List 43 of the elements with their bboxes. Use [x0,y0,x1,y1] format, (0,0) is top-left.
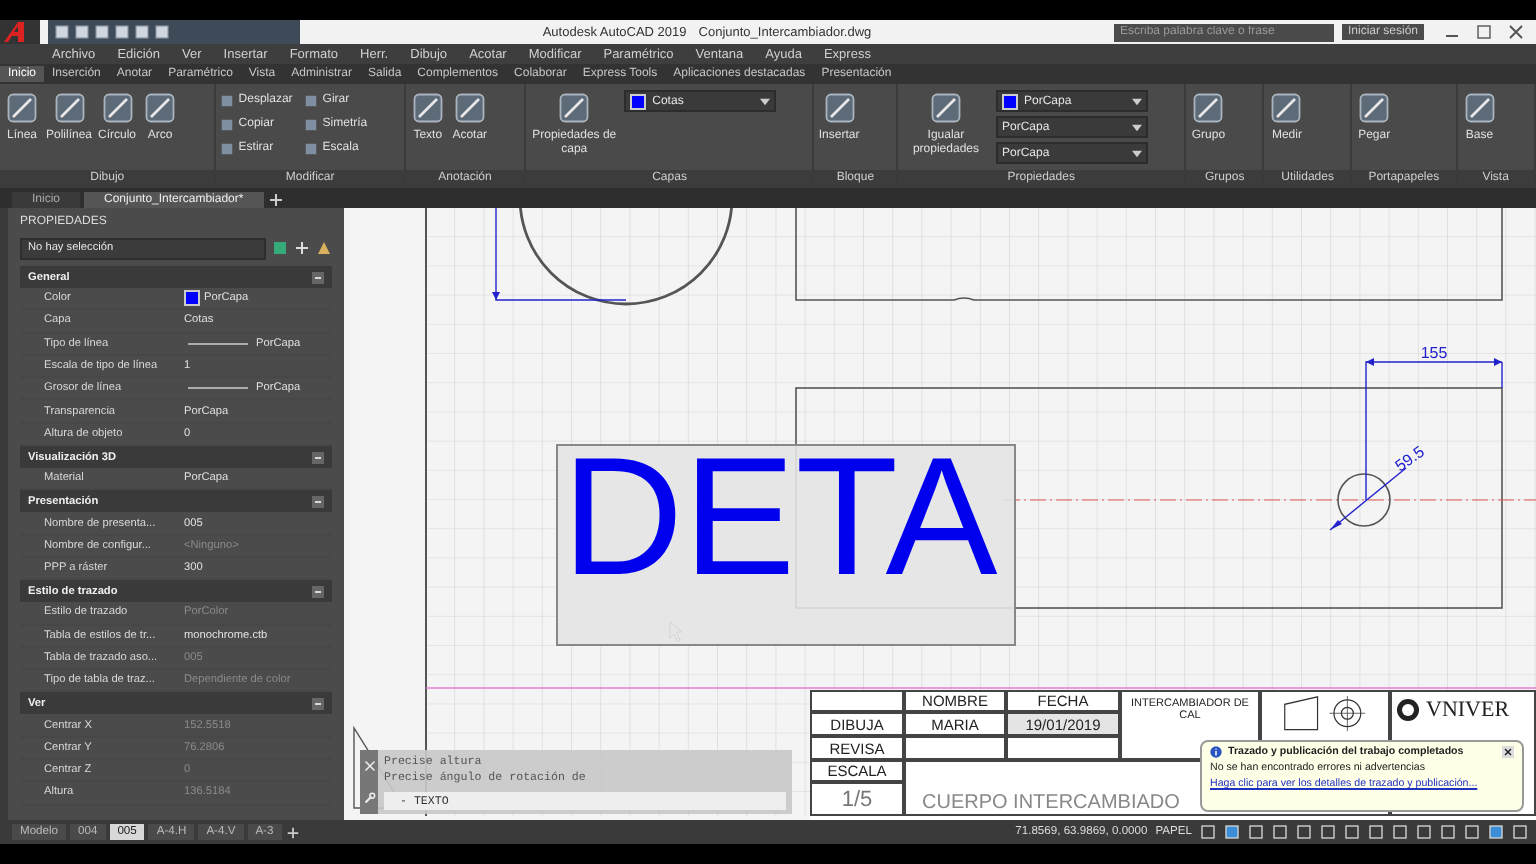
select-objects-icon[interactable] [272,240,288,256]
autocad-logo-icon[interactable] [0,20,40,44]
tool-icon [1190,90,1227,126]
table-cell [904,736,1006,760]
dimension-line [492,208,627,301]
tool-icon [142,90,179,126]
maximize-icon[interactable] [1476,24,1492,40]
tool-icon [4,90,40,126]
caret-icon [1131,123,1142,131]
caret-icon [760,97,771,105]
tool-icon [556,90,593,126]
tool-icon [1461,90,1498,126]
collapse-icon[interactable] [312,495,324,508]
tool-icon [821,90,858,126]
tool-icon [1268,90,1305,126]
hole-circle [1337,473,1391,527]
detail-text: DETA [562,452,998,580]
target-drawing [1284,696,1366,732]
quick-select-icon[interactable] [316,240,332,256]
tool-icon [1356,90,1393,126]
caret-icon [1131,149,1142,157]
line-sample-icon [184,384,252,393]
dimension-text: 59.5 [1391,442,1428,476]
logo-text: VNIVER [1426,698,1510,722]
collapse-icon[interactable] [312,451,324,464]
line-sample-icon [184,339,252,348]
tool-icon [451,90,488,126]
collapse-icon[interactable] [312,697,324,710]
collapse-icon[interactable] [312,271,324,283]
info-icon [1210,746,1222,758]
crest-icon [1396,698,1420,722]
dimension-text: 155 [1420,344,1448,362]
collapse-icon[interactable] [312,585,324,598]
table-cell: 1/5 [810,782,904,816]
tool-icon [409,90,446,126]
tool-icon [99,90,136,126]
table-cell [810,690,904,712]
wrench-icon[interactable] [363,792,375,804]
tool-icon [51,90,87,126]
close-icon[interactable] [1502,746,1514,758]
tool-icon [927,90,964,126]
caret-icon [1131,97,1142,105]
close-icon[interactable] [1508,24,1524,40]
